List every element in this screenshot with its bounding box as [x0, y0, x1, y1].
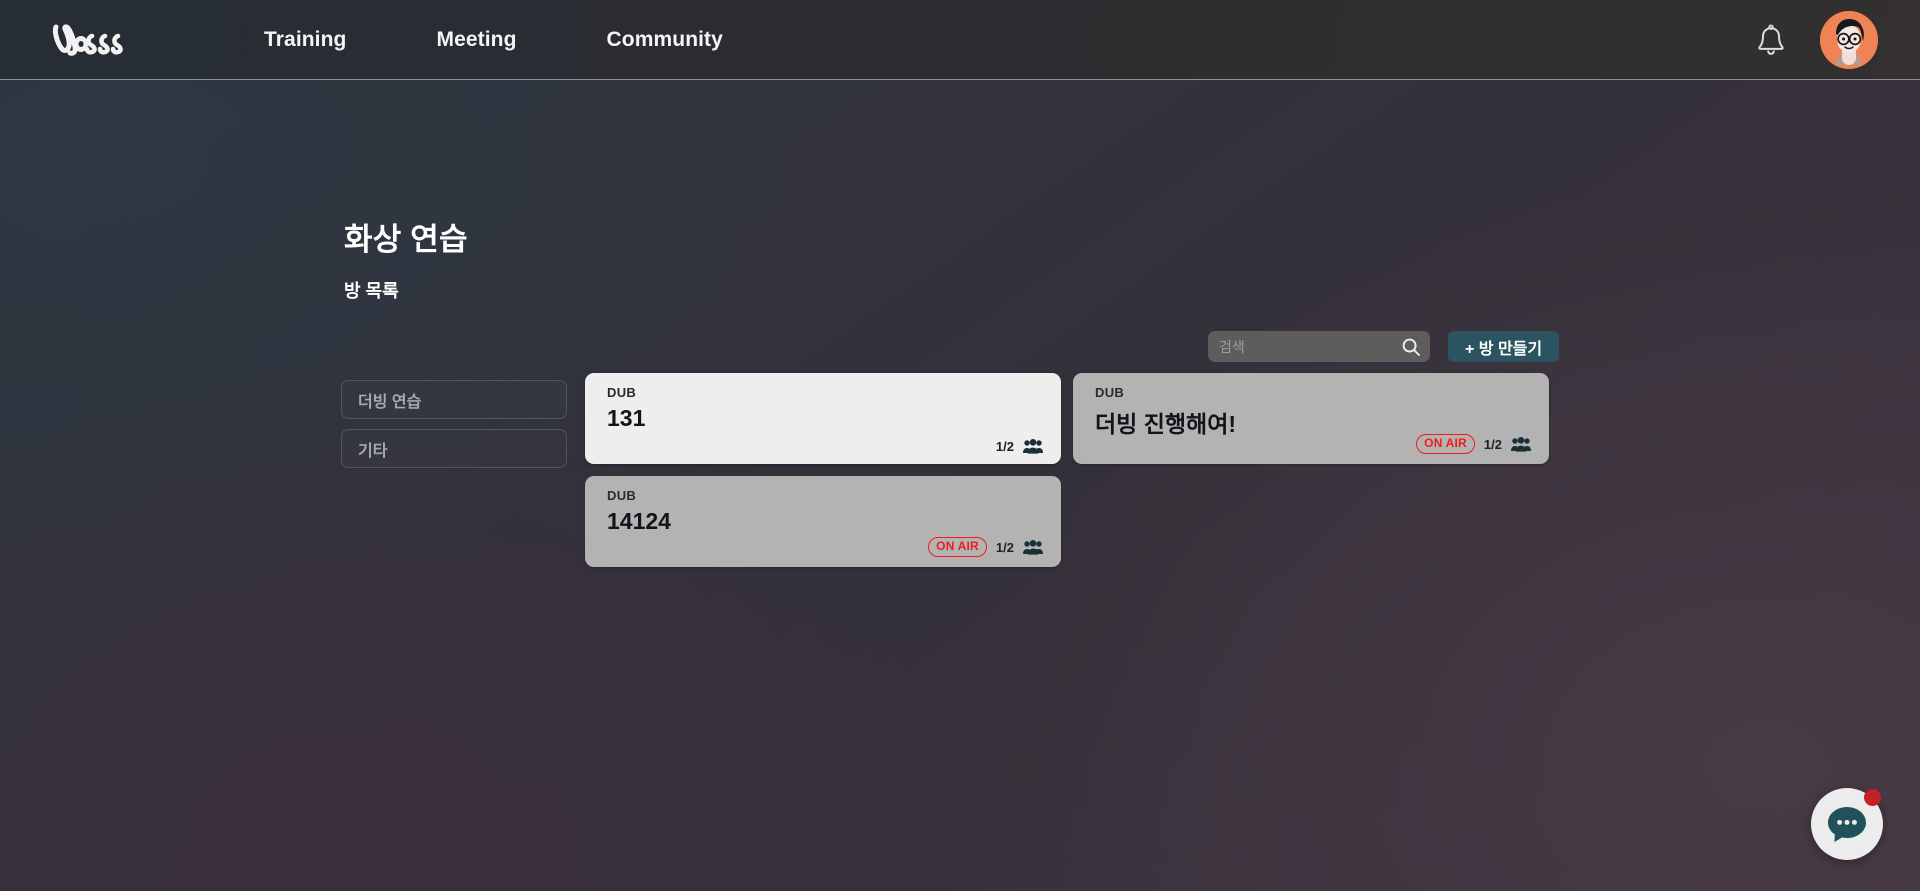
status-badge: ON AIR: [1416, 434, 1475, 454]
page-content: 화상 연습 방 목록 + 방 만들기 더빙 연습 기타 DUB 131 1/2: [0, 80, 1920, 891]
search-box[interactable]: [1208, 331, 1430, 362]
room-name: 131: [607, 405, 646, 431]
status-badge: ON AIR: [928, 537, 987, 557]
search-icon[interactable]: [1401, 337, 1421, 357]
chat-bubble-icon: [1828, 807, 1866, 842]
participant-count: 1/2: [995, 439, 1014, 454]
page-title: 화상 연습: [344, 222, 468, 257]
people-icon: [1023, 539, 1043, 555]
avatar[interactable]: [1820, 10, 1878, 69]
room-category: DUB: [607, 385, 637, 400]
create-room-button[interactable]: + 방 만들기: [1448, 331, 1560, 362]
filter-chip-etc[interactable]: 기타: [341, 429, 567, 468]
room-meta: 1/2: [996, 439, 1043, 454]
filter-label: 더빙 연습: [358, 393, 422, 411]
room-card[interactable]: DUB 14124 ON AIR 1/2: [585, 476, 1061, 567]
rooms-toolbar: + 방 만들기: [1208, 331, 1560, 362]
nav-item-training[interactable]: Training: [264, 28, 346, 52]
room-meta: ON AIR 1/2: [1416, 434, 1531, 454]
room-card[interactable]: DUB 131 1/2: [585, 373, 1061, 464]
section-title: 방 목록: [344, 281, 399, 301]
filter-chip-dubbing[interactable]: 더빙 연습: [341, 380, 567, 419]
nav-item-meeting[interactable]: Meeting: [436, 28, 516, 52]
main-nav: Training Meeting Community: [264, 28, 723, 52]
category-filter-list: 더빙 연습 기타: [341, 380, 567, 468]
room-meta: ON AIR 1/2: [928, 537, 1043, 557]
people-icon: [1511, 436, 1531, 452]
participant-count: 1/2: [1483, 436, 1502, 452]
search-input[interactable]: [1219, 338, 1401, 355]
people-icon: [1023, 439, 1043, 454]
bell-icon[interactable]: [1756, 24, 1786, 56]
room-category: DUB: [607, 488, 637, 503]
room-card-grid: DUB 131 1/2 DUB 더빙 진행해여! ON AIR 1/2 DUB …: [585, 373, 1585, 567]
nav-item-community[interactable]: Community: [607, 28, 723, 52]
participant-count: 1/2: [995, 539, 1014, 555]
room-category: DUB: [1095, 385, 1125, 400]
notification-dot-icon: [1864, 789, 1881, 806]
room-name: 14124: [607, 508, 671, 534]
room-card[interactable]: DUB 더빙 진행해여! ON AIR 1/2: [1073, 373, 1549, 464]
chat-widget-button[interactable]: [1811, 788, 1883, 860]
voss-script-logo[interactable]: [48, 17, 140, 63]
header-actions: [1756, 10, 1878, 69]
filter-label: 기타: [358, 442, 388, 460]
top-navigation-bar: Training Meeting Community: [0, 0, 1920, 80]
